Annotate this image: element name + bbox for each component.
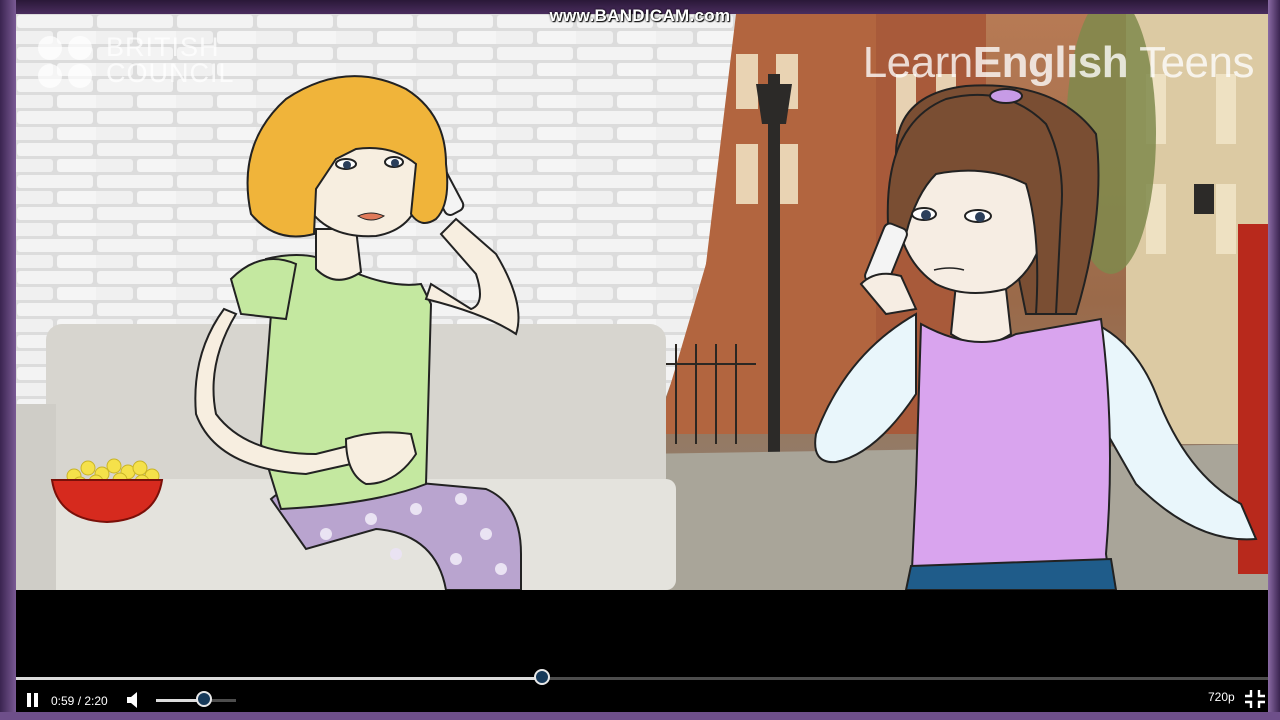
video-frame[interactable]: BRITISH COUNCIL LearnEnglish Teens (16, 14, 1268, 590)
logo-english: English (972, 38, 1129, 87)
window-frame-bottom (0, 712, 1280, 720)
volume-icon[interactable] (126, 690, 144, 710)
logo-teens: Teens (1128, 38, 1254, 87)
logo-learn: Learn (862, 38, 974, 87)
british-council-dots-icon (38, 36, 92, 88)
pause-button[interactable] (24, 691, 42, 709)
british-council-logo-text: BRITISH COUNCIL (106, 32, 235, 88)
player-controls: 0:59 / 2:20 720p (16, 665, 1268, 712)
progress-bar-handle[interactable] (533, 669, 550, 685)
progress-bar[interactable] (16, 669, 1268, 685)
bandicam-watermark: www.BANDICAM.com (549, 6, 731, 25)
volume-slider[interactable] (156, 691, 236, 707)
window-frame-right (1268, 0, 1280, 720)
pause-icon-bar-left (27, 693, 31, 707)
window-frame-left (0, 0, 16, 720)
progress-bar-fill (16, 677, 542, 680)
exit-fullscreen-icon[interactable] (1244, 689, 1266, 709)
video-scene (16, 14, 1268, 590)
learn-english-teens-logo: LearnEnglish Teens (862, 38, 1255, 88)
time-display: 0:59 / 2:20 (51, 694, 108, 708)
pause-icon-bar-right (34, 693, 38, 707)
quality-button[interactable]: 720p (1208, 690, 1235, 704)
volume-slider-handle[interactable] (196, 691, 212, 707)
